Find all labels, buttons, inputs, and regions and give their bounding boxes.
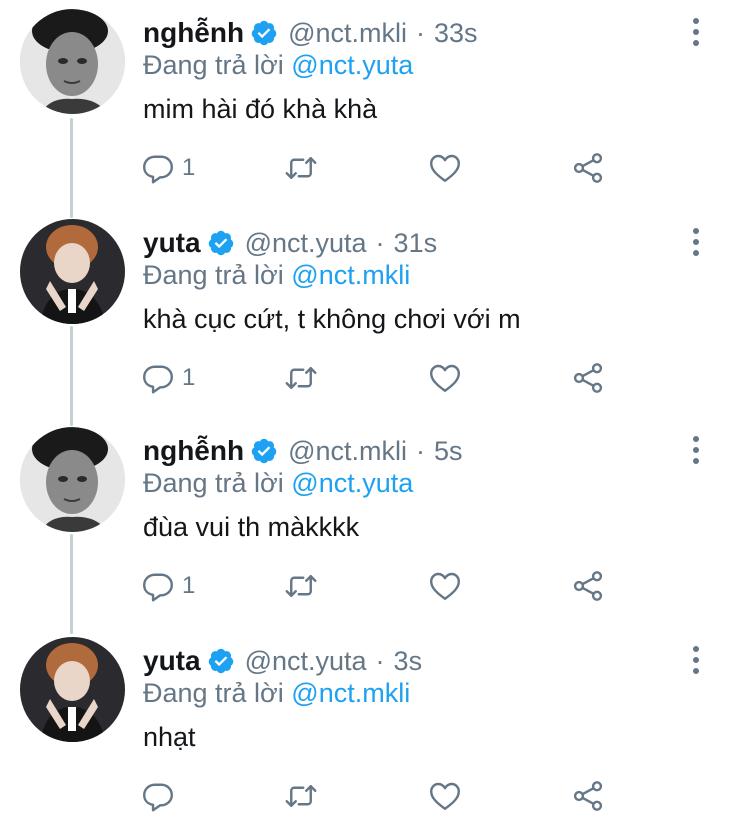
reply-button[interactable]: 1 [140, 566, 195, 606]
reply-button[interactable]: 1 [140, 358, 195, 398]
reply-icon [143, 573, 173, 602]
like-heart-icon [430, 154, 460, 182]
display-name[interactable]: yuta [143, 227, 201, 259]
share-icon [573, 363, 603, 393]
mention-link[interactable]: @nct.mkli [291, 678, 410, 708]
timestamp[interactable]: 31s [394, 228, 438, 259]
mention-link[interactable]: @nct.yuta [291, 50, 413, 80]
timestamp[interactable]: 3s [394, 646, 423, 677]
retweet-icon [285, 157, 317, 179]
like-heart-icon [430, 572, 460, 600]
tweet-actions: 1 [140, 148, 620, 188]
replying-to-label: Đang trả lời [143, 50, 284, 80]
like-button[interactable] [427, 148, 463, 188]
tweet[interactable]: nghễnh @nct.mkli · 5s Đang trả lời @nct.… [0, 418, 750, 626]
tweet-header: nghễnh @nct.mkli · 33s [143, 14, 478, 52]
mention-link[interactable]: @nct.mkli [291, 260, 410, 290]
retweet-button[interactable] [283, 358, 319, 398]
like-button[interactable] [427, 358, 463, 398]
replying-to: Đang trả lời @nct.yuta [143, 468, 413, 499]
separator-dot: · [416, 17, 426, 48]
retweet-icon [285, 785, 317, 807]
reply-count: 1 [182, 572, 196, 599]
like-heart-icon [430, 782, 460, 810]
replying-to: Đang trả lời @nct.mkli [143, 678, 410, 709]
avatar[interactable] [20, 219, 125, 324]
separator-dot: · [375, 645, 385, 676]
separator-dot: · [375, 227, 385, 258]
share-icon [573, 153, 603, 183]
tweet-header: nghễnh @nct.mkli · 5s [143, 432, 463, 470]
reply-button[interactable]: 1 [140, 148, 195, 188]
replying-to-label: Đang trả lời [143, 260, 284, 290]
tweet-actions: 1 [140, 358, 620, 398]
reply-count: 1 [182, 154, 196, 181]
like-heart-icon [430, 364, 460, 392]
retweet-button[interactable] [283, 566, 319, 606]
tweet-text: mim hài đó khà khà [143, 94, 378, 124]
display-name[interactable]: yuta [143, 645, 201, 677]
more-vertical-icon[interactable] [682, 642, 710, 678]
avatar[interactable] [20, 9, 125, 114]
retweet-button[interactable] [283, 776, 319, 816]
replying-to-label: Đang trả lời [143, 678, 284, 708]
retweet-icon [285, 367, 317, 389]
timestamp[interactable]: 33s [434, 18, 478, 49]
tweet-actions [140, 776, 620, 816]
tweet-header: yuta @nct.yuta · 3s [143, 642, 422, 680]
share-button[interactable] [570, 358, 606, 398]
avatar[interactable] [20, 427, 125, 532]
share-button[interactable] [570, 566, 606, 606]
retweet-icon [285, 575, 317, 597]
reply-thread: nghễnh @nct.mkli · 33s Đang trả lời @nct… [0, 0, 750, 819]
share-button[interactable] [570, 148, 606, 188]
more-vertical-icon[interactable] [682, 224, 710, 260]
replying-to: Đang trả lời @nct.yuta [143, 50, 413, 81]
mention-link[interactable]: @nct.yuta [291, 468, 413, 498]
reply-button[interactable] [140, 776, 182, 816]
tweet[interactable]: yuta @nct.yuta · 31s Đang trả lời @nct.m… [0, 210, 750, 418]
tweet[interactable]: nghễnh @nct.mkli · 33s Đang trả lời @nct… [0, 0, 750, 208]
reply-count: 1 [182, 364, 196, 391]
like-button[interactable] [427, 776, 463, 816]
tweet-text: đùa vui th màkkkk [143, 512, 360, 542]
replying-to-label: Đang trả lời [143, 468, 284, 498]
reply-icon [143, 365, 173, 394]
more-vertical-icon[interactable] [682, 432, 710, 468]
avatar[interactable] [20, 637, 125, 742]
tweet-text: nhạt [143, 722, 196, 752]
separator-dot: · [416, 435, 426, 466]
tweet-text: khà cục cứt, t không chơi với m [143, 304, 521, 334]
user-handle[interactable]: @nct.yuta [245, 646, 367, 677]
timestamp[interactable]: 5s [434, 436, 463, 467]
user-handle[interactable]: @nct.mkli [288, 436, 407, 467]
display-name[interactable]: nghễnh [143, 435, 244, 467]
display-name[interactable]: nghễnh [143, 17, 244, 49]
user-handle[interactable]: @nct.mkli [288, 18, 407, 49]
verified-badge-icon [250, 19, 278, 47]
retweet-button[interactable] [283, 148, 319, 188]
share-icon [573, 571, 603, 601]
verified-badge-icon [207, 647, 235, 675]
verified-badge-icon [250, 437, 278, 465]
reply-icon [143, 783, 173, 812]
more-vertical-icon[interactable] [682, 14, 710, 50]
reply-icon [143, 155, 173, 184]
user-handle[interactable]: @nct.yuta [245, 228, 367, 259]
like-button[interactable] [427, 566, 463, 606]
share-button[interactable] [570, 776, 606, 816]
tweet[interactable]: yuta @nct.yuta · 3s Đang trả lời @nct.mk… [0, 628, 750, 819]
share-icon [573, 781, 603, 811]
tweet-header: yuta @nct.yuta · 31s [143, 224, 437, 262]
replying-to: Đang trả lời @nct.mkli [143, 260, 410, 291]
tweet-actions: 1 [140, 566, 620, 606]
verified-badge-icon [207, 229, 235, 257]
